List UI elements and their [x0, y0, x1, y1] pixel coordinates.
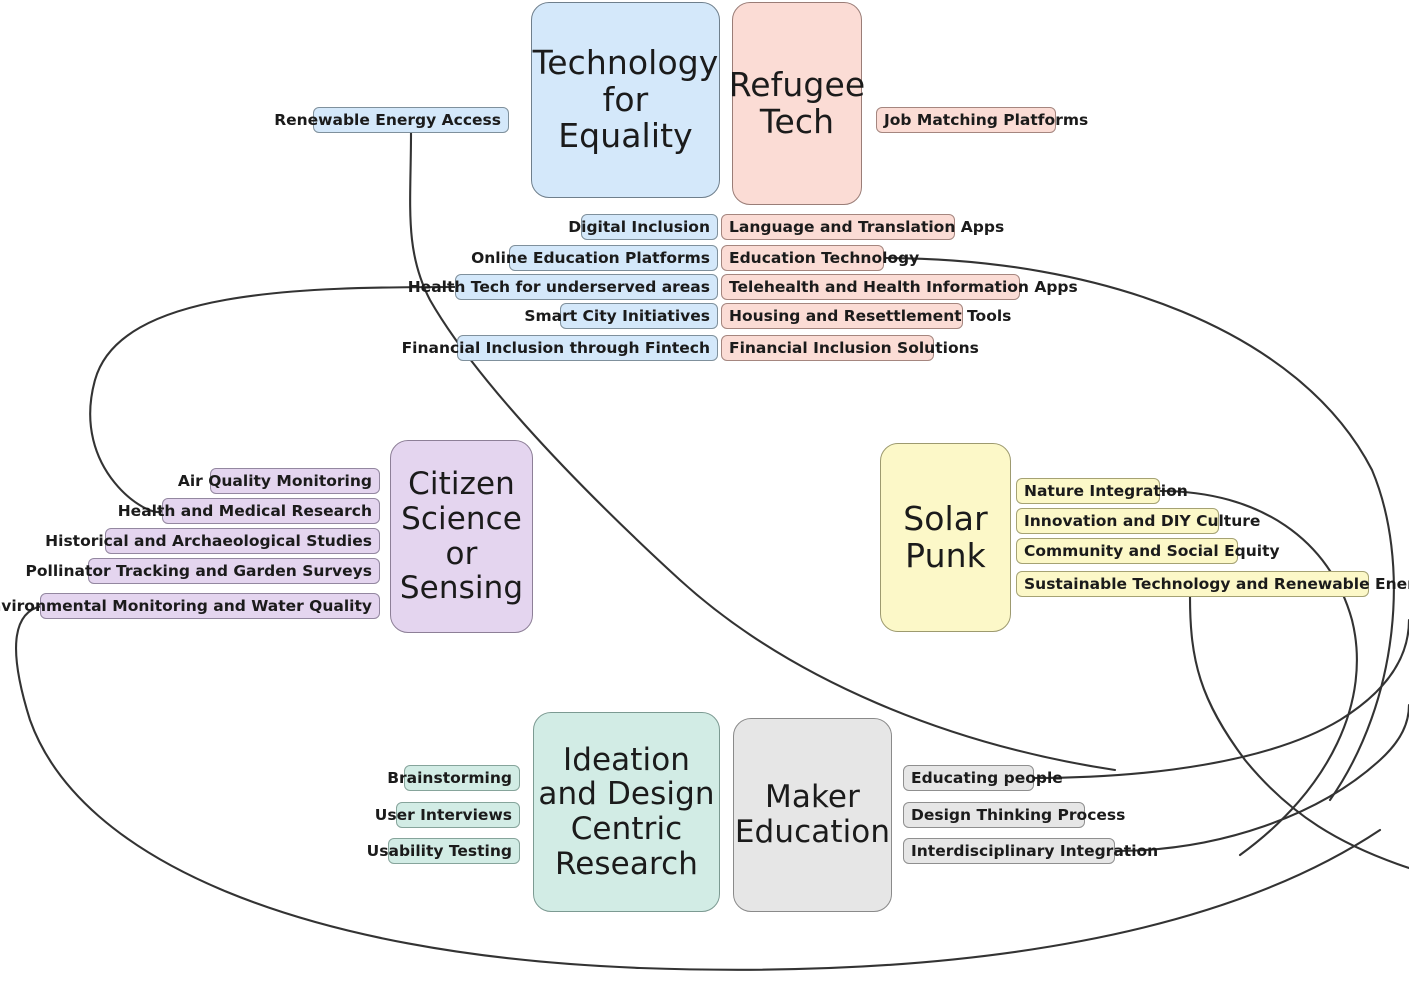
leaf-label: Historical and Archaeological Studies	[45, 531, 372, 550]
node-title-line: Technology	[532, 42, 719, 82]
leaf-label: Innovation and DIY Culture	[1024, 511, 1261, 530]
node-title-line: Citizen	[408, 466, 515, 503]
leaf-community-and-social-equity[interactable]: Community and Social Equity	[1016, 538, 1280, 564]
leaf-label: Housing and Resettlement Tools	[729, 306, 1012, 325]
leaf-smart-city-initiatives[interactable]: Smart City Initiatives	[524, 303, 718, 329]
leaf-usability-testing[interactable]: Usability Testing	[367, 838, 520, 864]
leaf-telehealth-and-health-information-apps[interactable]: Telehealth and Health Information Apps	[721, 274, 1078, 300]
leaf-education-technology[interactable]: Education Technology	[721, 245, 919, 271]
leaf-label: Sustainable Technology and Renewable Ene…	[1024, 574, 1409, 593]
node-title-line: Sensing	[399, 570, 524, 607]
mindmap-canvas: Technology for Equality Refugee Tech Cit…	[0, 0, 1409, 997]
leaf-label: Digital Inclusion	[568, 217, 710, 236]
node-technology-for-equality[interactable]: Technology for Equality	[531, 2, 720, 198]
leaf-label: Telehealth and Health Information Apps	[729, 277, 1078, 296]
node-title-line: Solar	[903, 498, 988, 538]
node-refugee-tech[interactable]: Refugee Tech	[729, 2, 865, 205]
edge-educating-people	[1031, 618, 1409, 780]
node-citizen-science-or-sensing[interactable]: Citizen Science or Sensing	[390, 440, 533, 633]
leaf-label: Design Thinking Process	[911, 805, 1126, 824]
node-title-line: Ideation	[562, 741, 691, 778]
leaf-educating-people[interactable]: Educating people	[903, 765, 1063, 791]
node-title-line: or	[445, 535, 478, 572]
leaf-label: Educating people	[911, 768, 1063, 787]
node-title-line: Tech	[759, 101, 835, 141]
node-title-line: Maker	[765, 779, 860, 816]
leaf-environmental-monitoring-and-water-quality[interactable]: Environmental Monitoring and Water Quali…	[0, 593, 380, 619]
leaf-innovation-and-diy-culture[interactable]: Innovation and DIY Culture	[1016, 508, 1260, 534]
leaf-label: Health and Medical Research	[117, 501, 372, 520]
leaf-financial-inclusion-through-fintech[interactable]: Financial Inclusion through Fintech	[402, 335, 718, 361]
leaf-label: Air Quality Monitoring	[177, 471, 372, 490]
leaf-design-thinking-process[interactable]: Design Thinking Process	[903, 802, 1125, 828]
edge-sustainable-tech	[1188, 595, 1409, 870]
leaf-nature-integration[interactable]: Nature Integration	[1016, 478, 1188, 504]
leaf-label: Financial Inclusion through Fintech	[401, 338, 710, 357]
leaf-digital-inclusion[interactable]: Digital Inclusion	[568, 214, 718, 240]
leaf-label: Smart City Initiatives	[524, 306, 710, 325]
leaf-label: Job Matching Platforms	[884, 110, 1089, 129]
leaf-label: Education Technology	[729, 248, 920, 267]
leaf-language-and-translation-apps[interactable]: Language and Translation Apps	[721, 214, 1004, 240]
leaf-label: Financial Inclusion Solutions	[729, 338, 979, 357]
leaf-financial-inclusion-solutions[interactable]: Financial Inclusion Solutions	[721, 335, 979, 361]
leaf-label: Usability Testing	[366, 841, 512, 860]
leaf-health-tech-for-underserved-areas[interactable]: Health Tech for underserved areas	[408, 274, 718, 300]
leaf-label: Community and Social Equity	[1024, 541, 1280, 560]
leaf-health-and-medical-research[interactable]: Health and Medical Research	[118, 498, 380, 524]
node-maker-education[interactable]: Maker Education	[733, 718, 892, 912]
leaf-sustainable-technology-and-renewable-energy[interactable]: Sustainable Technology and Renewable Ene…	[1016, 571, 1409, 597]
leaf-historical-and-archaeological-studies[interactable]: Historical and Archaeological Studies	[45, 528, 380, 554]
leaf-job-matching-platforms[interactable]: Job Matching Platforms	[876, 107, 1088, 133]
leaf-brainstorming[interactable]: Brainstorming	[387, 765, 520, 791]
node-title-line: Refugee	[728, 64, 866, 104]
leaf-label: Environmental Monitoring and Water Quali…	[0, 596, 372, 615]
node-title-line: for	[602, 79, 649, 119]
node-title-line: Centric	[570, 811, 683, 847]
node-title-line: Science	[401, 500, 522, 537]
leaf-label: Interdisciplinary Integration	[911, 841, 1159, 860]
leaf-user-interviews[interactable]: User Interviews	[375, 802, 520, 828]
leaf-label: Nature Integration	[1024, 481, 1188, 500]
leaf-label: Brainstorming	[387, 768, 512, 787]
node-title-line: and Design	[538, 776, 715, 813]
leaf-label: Health Tech for underserved areas	[407, 277, 710, 296]
leaf-housing-and-resettlement-tools[interactable]: Housing and Resettlement Tools	[721, 303, 1011, 329]
leaf-label: Renewable Energy Access	[274, 110, 501, 129]
node-title-line: Education	[734, 814, 891, 850]
leaf-label: Online Education Platforms	[471, 248, 710, 267]
leaf-air-quality-monitoring[interactable]: Air Quality Monitoring	[178, 468, 380, 494]
leaf-renewable-energy-access[interactable]: Renewable Energy Access	[274, 107, 509, 133]
edge-interdisciplinary	[1113, 703, 1409, 853]
node-solar-punk[interactable]: Solar Punk	[880, 443, 1011, 632]
leaf-pollinator-tracking-and-garden-surveys[interactable]: Pollinator Tracking and Garden Surveys	[26, 558, 380, 584]
leaf-interdisciplinary-integration[interactable]: Interdisciplinary Integration	[903, 838, 1158, 864]
leaf-online-education-platforms[interactable]: Online Education Platforms	[471, 245, 718, 271]
node-ideation-and-design-centric-research[interactable]: Ideation and Design Centric Research	[533, 712, 720, 912]
node-title-line: Equality	[558, 116, 693, 156]
node-title-line: Research	[555, 845, 698, 882]
leaf-label: User Interviews	[374, 805, 512, 824]
leaf-label: Language and Translation Apps	[729, 217, 1005, 236]
node-title-line: Punk	[905, 535, 986, 575]
leaf-label: Pollinator Tracking and Garden Surveys	[25, 561, 373, 580]
